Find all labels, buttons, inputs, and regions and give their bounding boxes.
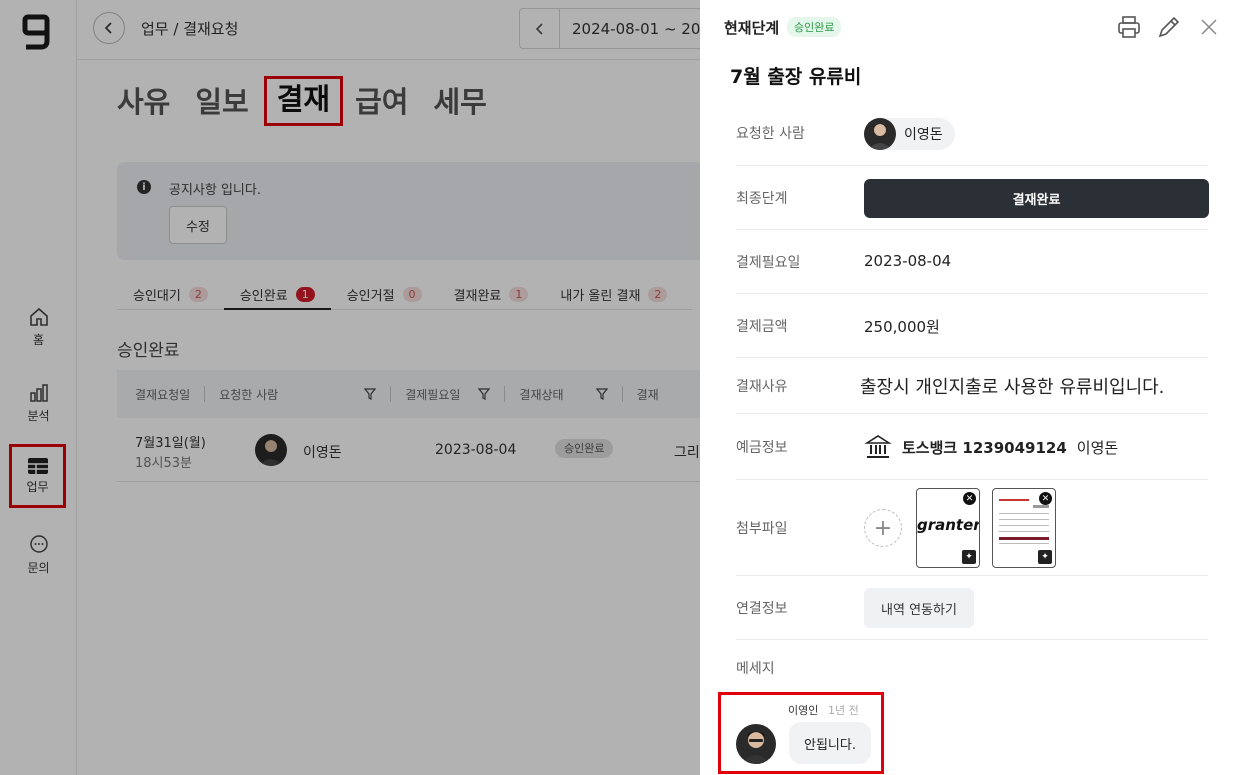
expand-icon[interactable]: ✦: [1038, 550, 1052, 564]
current-stage-label: 현재단계: [724, 19, 780, 37]
expand-icon[interactable]: ✦: [962, 550, 976, 564]
row-label: 첨부파일: [736, 521, 788, 537]
thumbnail-text: granter: [917, 516, 980, 534]
row-label: 결재사유: [736, 379, 788, 395]
row-bank-info: 예금정보 토스뱅크 1239049124 이영돈: [736, 414, 1208, 480]
approval-title: 7월 출장 유류비: [730, 66, 862, 88]
link-history-button[interactable]: 내역 연동하기: [864, 588, 974, 628]
avatar: [864, 118, 896, 150]
modal-backdrop[interactable]: [0, 0, 700, 775]
printer-icon: [1118, 16, 1140, 38]
row-label: 결제금액: [736, 319, 788, 335]
plus-icon: +: [873, 515, 893, 541]
bank-account: 토스뱅크 1239049124: [902, 438, 1067, 457]
message-section-label: 메세지: [736, 661, 775, 677]
row-due-date: 결제필요일 2023-08-04: [736, 230, 1208, 294]
add-file-button[interactable]: +: [864, 509, 902, 547]
reason-value: 출장시 개인지출로 사용한 유류비입니다.: [860, 377, 1165, 398]
message-author: 이영인: [788, 704, 819, 717]
edit-button[interactable]: [1156, 14, 1182, 40]
message-bubble: 안됩니다.: [789, 722, 871, 764]
status-badge: 승인완료: [787, 17, 842, 37]
row-final-stage: 최종단계 결재완료: [736, 166, 1209, 230]
message-item: 이영인 1년 전 안됩니다.: [718, 692, 884, 774]
account-holder: 이영돈: [1076, 438, 1119, 457]
row-label: 예금정보: [736, 440, 788, 456]
approval-detail-panel: 현재단계 승인완료 7월 출장 유류비 요청한 사람 이영돈 최종단계 결재완료…: [700, 0, 1247, 775]
avatar: [736, 724, 776, 764]
amount-value: 250,000원: [864, 318, 940, 336]
row-linked-info: 연결정보 내역 연동하기: [736, 576, 1208, 640]
row-label: 최종단계: [736, 191, 788, 207]
bank-icon: [864, 435, 892, 458]
requester-name: 이영돈: [904, 127, 943, 143]
attachment-thumbnail[interactable]: granter ✕ ✦: [916, 488, 980, 568]
row-amount: 결제금액 250,000원: [736, 294, 1208, 358]
print-button[interactable]: [1116, 14, 1142, 40]
row-label: 결제필요일: [736, 255, 801, 271]
row-label: 연결정보: [736, 601, 788, 617]
final-stage-button[interactable]: 결재완료: [864, 179, 1209, 218]
row-requester: 요청한 사람 이영돈: [736, 101, 1208, 166]
message-time: 1년 전: [828, 704, 859, 717]
row-label: 요청한 사람: [736, 126, 805, 142]
pencil-icon: [1158, 16, 1180, 38]
row-reason: 결재사유 출장시 개인지출로 사용한 유류비입니다.: [736, 358, 1208, 414]
attachment-thumbnail[interactable]: ✕ ✦: [992, 488, 1056, 568]
requester-chip[interactable]: 이영돈: [864, 118, 955, 150]
bank-info: 토스뱅크 1239049124 이영돈: [864, 434, 1118, 460]
close-button[interactable]: [1196, 14, 1222, 40]
remove-attachment-button[interactable]: ✕: [963, 492, 976, 505]
close-icon: [1201, 19, 1217, 35]
row-attachments: 첨부파일 + granter ✕ ✦ ✕ ✦: [736, 480, 1208, 576]
due-date-value: 2023-08-04: [864, 252, 952, 270]
remove-attachment-button[interactable]: ✕: [1039, 492, 1052, 505]
